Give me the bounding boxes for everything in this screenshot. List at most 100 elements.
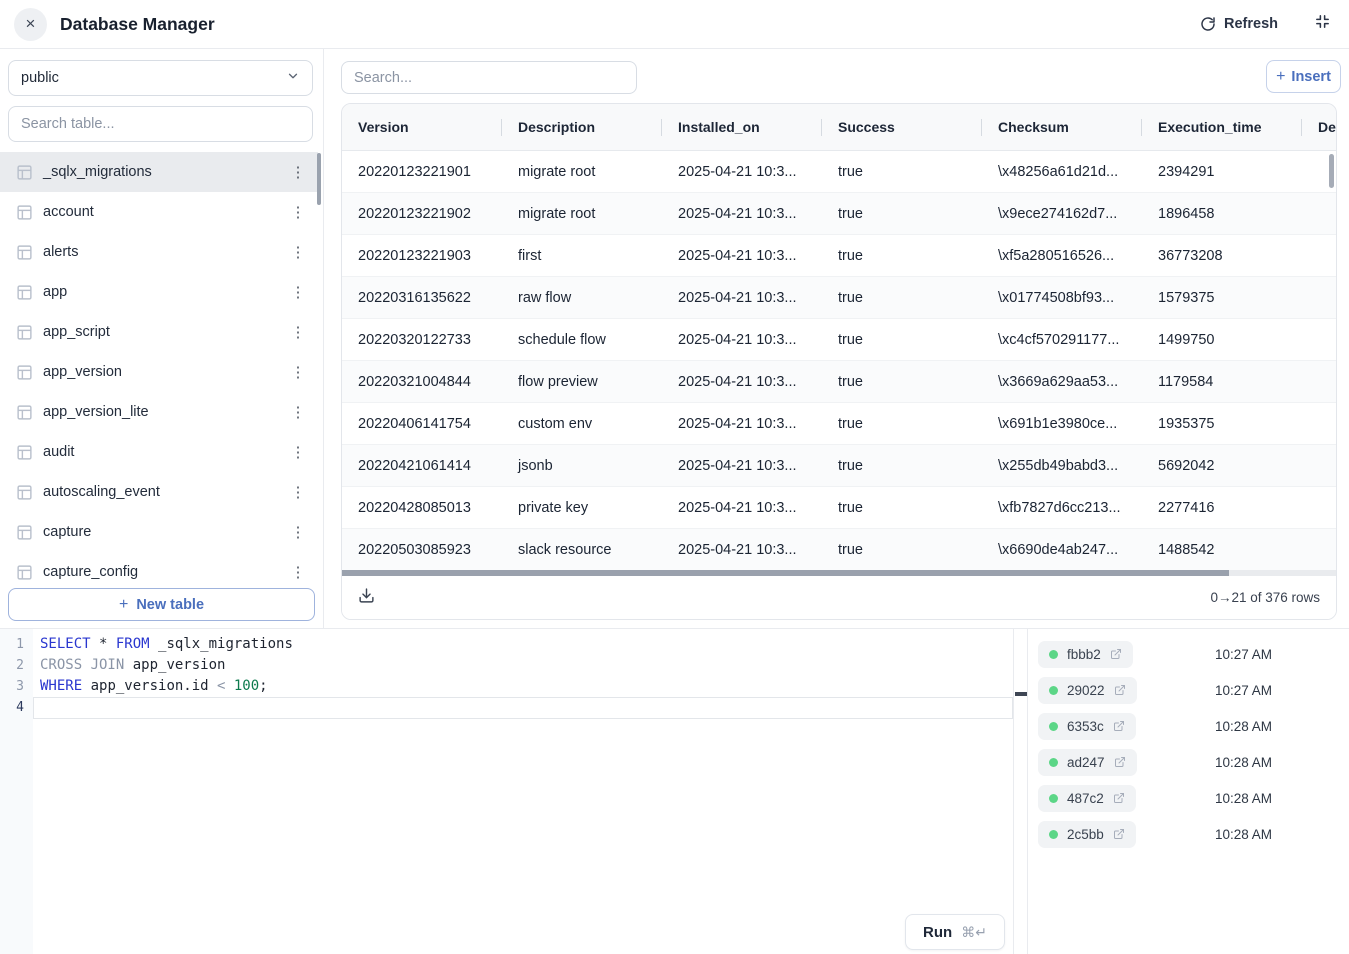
- table-cell: 20220503085923: [342, 529, 502, 570]
- table-cell: 2025-04-21 10:3...: [662, 445, 822, 486]
- sidebar-item-alerts[interactable]: alerts⋮: [0, 232, 318, 272]
- external-link-icon[interactable]: [1113, 792, 1125, 804]
- close-button[interactable]: ×: [14, 8, 47, 41]
- table-cell: 36773208: [1142, 235, 1302, 276]
- table-icon: [16, 324, 33, 341]
- topbar: × Database Manager Refresh: [0, 0, 1349, 49]
- editor-gutter: 1234: [0, 629, 33, 954]
- history-pill-fbbb2[interactable]: fbbb2: [1038, 641, 1133, 668]
- kebab-menu-icon[interactable]: ⋮: [290, 483, 306, 501]
- table-cell: 20220428085013: [342, 487, 502, 528]
- history-timestamp: 10:28 AM: [1215, 719, 1272, 734]
- new-table-button[interactable]: + New table: [8, 588, 315, 621]
- external-link-icon[interactable]: [1113, 720, 1125, 732]
- table-name: capture: [43, 524, 91, 540]
- table-name: app: [43, 284, 67, 300]
- sidebar-item-app_version_lite[interactable]: app_version_lite⋮: [0, 392, 318, 432]
- run-shortcut: ⌘↵: [961, 924, 987, 941]
- sidebar-item-audit[interactable]: audit ⋮: [0, 432, 318, 472]
- table-icon: [16, 564, 33, 581]
- table-vertical-scrollbar[interactable]: [1329, 154, 1334, 188]
- line-number: 1: [0, 634, 33, 655]
- table-cell: 2025-04-21 10:3...: [662, 487, 822, 528]
- table-list: _sqlx_migrations⋮account⋮alerts⋮app⋮app_…: [0, 152, 318, 589]
- table-cell: \x01774508bf93...: [982, 277, 1142, 318]
- history-pill-6353c[interactable]: 6353c: [1038, 713, 1136, 740]
- table-row[interactable]: 20220123221901migrate root2025-04-21 10:…: [342, 151, 1336, 193]
- table-name: audit: [43, 444, 74, 460]
- external-link-icon[interactable]: [1113, 828, 1125, 840]
- table-row[interactable]: 20220123221902migrate root2025-04-21 10:…: [342, 193, 1336, 235]
- sidebar-item-_sqlx_migrations[interactable]: _sqlx_migrations⋮: [0, 152, 318, 192]
- editor-scrollbar[interactable]: [1015, 692, 1027, 696]
- insert-button[interactable]: + Insert: [1266, 60, 1341, 93]
- code-line: WHERE app_version.id < 100;: [33, 676, 1013, 697]
- kebab-menu-icon[interactable]: ⋮: [290, 403, 306, 421]
- query-history-panel: fbbb210:27 AM2902210:27 AM6353c10:28 AMa…: [1027, 628, 1349, 954]
- download-button[interactable]: [358, 587, 375, 609]
- sidebar-item-account[interactable]: account⋮: [0, 192, 318, 232]
- collapse-button[interactable]: [1314, 13, 1331, 35]
- table-cell: 2394291: [1142, 151, 1302, 192]
- history-pill-2c5bb[interactable]: 2c5bb: [1038, 821, 1136, 848]
- kebab-menu-icon[interactable]: ⋮: [290, 363, 306, 381]
- table-cell: \xf5a280516526...: [982, 235, 1142, 276]
- table-cell: jsonb: [502, 445, 662, 486]
- table-icon: [16, 164, 33, 181]
- sidebar-scrollbar[interactable]: [317, 153, 321, 205]
- sidebar-item-capture_config[interactable]: capture_config⋮: [0, 552, 318, 589]
- table-cell: \x691b1e3980ce...: [982, 403, 1142, 444]
- table-row[interactable]: 20220320122733schedule flow2025-04-21 10…: [342, 319, 1336, 361]
- external-link-icon[interactable]: [1114, 684, 1126, 696]
- sidebar-item-autoscaling_event[interactable]: autoscaling_event⋮: [0, 472, 318, 512]
- schema-select[interactable]: public: [8, 60, 313, 96]
- history-pill-ad247[interactable]: ad247: [1038, 749, 1137, 776]
- table-cell: 20220123221902: [342, 193, 502, 234]
- kebab-menu-icon[interactable]: ⋮: [290, 323, 306, 341]
- table-row[interactable]: 20220123221903first2025-04-21 10:3...tru…: [342, 235, 1336, 277]
- kebab-menu-icon[interactable]: ⋮: [290, 203, 306, 221]
- sidebar-item-app[interactable]: app ⋮: [0, 272, 318, 312]
- table-body: 20220123221901migrate root2025-04-21 10:…: [342, 151, 1336, 571]
- table-cell: 20220406141754: [342, 403, 502, 444]
- sidebar-item-app_version[interactable]: app_version ⋮: [0, 352, 318, 392]
- sql-editor[interactable]: 1234 SELECT * FROM _sqlx_migrationsCROSS…: [0, 628, 1013, 954]
- table-cell: \x9ece274162d7...: [982, 193, 1142, 234]
- table-row[interactable]: 20220428085013private key2025-04-21 10:3…: [342, 487, 1336, 529]
- sidebar-item-capture[interactable]: capture ⋮: [0, 512, 318, 552]
- download-icon: [358, 587, 375, 609]
- sidebar-item-app_script[interactable]: app_script ⋮: [0, 312, 318, 352]
- table-cell: \xc4cf570291177...: [982, 319, 1142, 360]
- kebab-menu-icon[interactable]: ⋮: [290, 283, 306, 301]
- kebab-menu-icon[interactable]: ⋮: [290, 163, 306, 181]
- external-link-icon[interactable]: [1110, 648, 1122, 660]
- kebab-menu-icon[interactable]: ⋮: [290, 563, 306, 581]
- table-name: app_script: [43, 324, 110, 340]
- new-table-label: New table: [136, 597, 204, 613]
- table-row[interactable]: 20220421061414jsonb2025-04-21 10:3...tru…: [342, 445, 1336, 487]
- table-name: app_version: [43, 364, 122, 380]
- kebab-menu-icon[interactable]: ⋮: [290, 523, 306, 541]
- kebab-menu-icon[interactable]: ⋮: [290, 443, 306, 461]
- table-row[interactable]: 20220321004844flow preview2025-04-21 10:…: [342, 361, 1336, 403]
- search-input[interactable]: [341, 61, 637, 94]
- line-number: 3: [0, 676, 33, 697]
- run-button[interactable]: Run ⌘↵: [905, 914, 1005, 950]
- main-panel: + Insert VersionDescriptionInstalled_onS…: [324, 49, 1349, 628]
- table-cell: \xfb7827d6cc213...: [982, 487, 1142, 528]
- table-cell: true: [822, 445, 982, 486]
- history-pill-487c2[interactable]: 487c2: [1038, 785, 1136, 812]
- external-link-icon[interactable]: [1114, 756, 1126, 768]
- table-row[interactable]: 20220406141754custom env2025-04-21 10:3.…: [342, 403, 1336, 445]
- history-pill-29022[interactable]: 29022: [1038, 677, 1137, 704]
- table-row[interactable]: 20220316135622raw flow2025-04-21 10:3...…: [342, 277, 1336, 319]
- table-search-input[interactable]: [8, 106, 313, 142]
- kebab-menu-icon[interactable]: ⋮: [290, 243, 306, 261]
- chevron-down-icon: [286, 69, 300, 87]
- table-row[interactable]: 20220503085923slack resource2025-04-21 1…: [342, 529, 1336, 571]
- topbar-actions: Refresh: [1200, 13, 1331, 35]
- close-icon: ×: [26, 14, 36, 34]
- table-cell: \x255db49babd3...: [982, 445, 1142, 486]
- table-cell: first: [502, 235, 662, 276]
- refresh-button[interactable]: Refresh: [1200, 16, 1278, 32]
